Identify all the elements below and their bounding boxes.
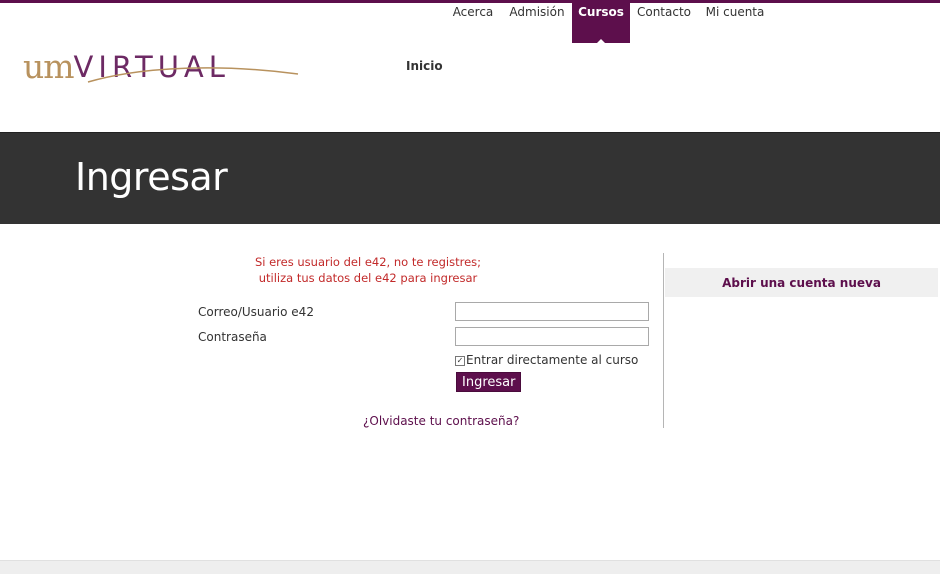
notice-line-2: utiliza tus datos del e42 para ingresar xyxy=(258,271,478,285)
direct-course-label[interactable]: Entrar directamente al curso xyxy=(466,353,638,367)
umvirtual-logo[interactable]: UM VIRTUAL xyxy=(23,47,299,86)
notice-line-1: Si eres usuario del e42, no te registres… xyxy=(254,255,482,269)
username-label: Correo/Usuario e42 xyxy=(198,305,314,319)
nav-admision[interactable]: Admisión xyxy=(506,3,568,43)
nav-acerca[interactable]: Acerca xyxy=(449,3,497,43)
direct-course-checkbox[interactable]: ✓ xyxy=(455,356,465,366)
remember-row: ✓ Entrar directamente al curso xyxy=(455,353,638,367)
column-divider xyxy=(663,253,664,428)
logo-um-text: UM xyxy=(23,47,75,86)
forgot-password-link[interactable]: ¿Olvidaste tu contraseña? xyxy=(363,414,519,428)
subnav-inicio[interactable]: Inicio xyxy=(406,59,443,73)
footer-strip xyxy=(0,560,940,574)
login-notice: Si eres usuario del e42, no te registres… xyxy=(250,254,486,286)
nav-mi-cuenta[interactable]: Mi cuenta xyxy=(704,3,766,43)
password-label: Contraseña xyxy=(198,330,267,344)
nav-contacto[interactable]: Contacto xyxy=(634,3,694,43)
login-button[interactable]: Ingresar xyxy=(456,372,522,392)
logo-swoosh-icon xyxy=(87,67,299,83)
username-input[interactable] xyxy=(455,302,649,321)
nav-cursos[interactable]: Cursos xyxy=(572,3,630,43)
page-title: Ingresar xyxy=(75,155,228,199)
create-account-link[interactable]: Abrir una cuenta nueva xyxy=(665,268,938,297)
page-banner: Ingresar xyxy=(0,132,940,224)
password-input[interactable] xyxy=(455,327,649,346)
